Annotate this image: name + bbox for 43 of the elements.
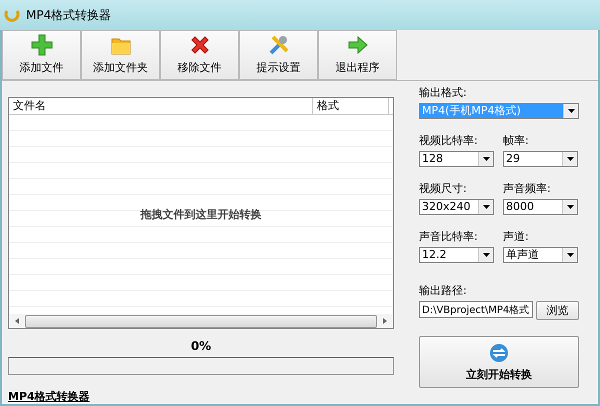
field-label: 帧率: <box>503 133 530 148</box>
field-label: 声道: <box>503 229 530 244</box>
app-logo-icon <box>4 7 20 23</box>
scroll-right-icon[interactable] <box>383 318 387 324</box>
field-label: 视频比特率: <box>419 133 479 148</box>
field-label: 声音频率: <box>503 181 552 196</box>
browse-button[interactable]: 浏览 <box>536 301 579 320</box>
caret-icon <box>566 253 574 257</box>
toolbar-button[interactable]: 移除文件 <box>160 30 239 80</box>
column-header[interactable]: 格式 <box>313 98 389 114</box>
scroll-left-icon[interactable] <box>15 318 19 324</box>
progress-reading: 0% <box>190 339 212 353</box>
toolbar-button[interactable]: 添加文件 <box>2 30 81 80</box>
app-link[interactable]: MP4格式转换器 <box>8 389 90 404</box>
file-list[interactable]: 文件名 格式 拖拽文件到这里开始转换 <box>8 97 394 329</box>
field-label: 声音比特率: <box>419 229 479 244</box>
caret-icon <box>482 157 490 161</box>
start-button[interactable]: 立刻开始转换 <box>419 336 579 388</box>
caret-icon <box>566 157 574 161</box>
field-label: 输出路径: <box>419 283 468 298</box>
toolbar-button[interactable]: 退出程序 <box>318 30 397 80</box>
toolbar-button[interactable]: 提示设置 <box>239 30 318 80</box>
refresh-icon <box>488 342 510 364</box>
path-field[interactable]: D:\VBproject\MP4格式 <box>419 301 533 318</box>
dropdown[interactable]: 320x240 <box>419 199 494 215</box>
arrow-icon <box>346 33 370 57</box>
horizontal-scrollbar[interactable] <box>9 314 393 328</box>
field-label: 视频尺寸: <box>419 181 468 196</box>
caret-icon <box>566 205 574 209</box>
window-title: MP4格式转换器 <box>26 6 112 24</box>
caret-icon <box>568 109 574 113</box>
caret-icon <box>482 205 490 209</box>
caret-icon <box>482 253 490 257</box>
plus-icon <box>30 33 54 57</box>
drop-hint: 拖拽文件到这里开始转换 <box>140 207 262 222</box>
dropdown[interactable]: 128 <box>419 151 494 167</box>
dropdown[interactable]: 29 <box>503 151 578 167</box>
dropdown[interactable]: 12.2 <box>419 247 494 263</box>
column-header[interactable]: 文件名 <box>9 98 313 114</box>
toolbar-button[interactable]: 添加文件夹 <box>81 30 160 80</box>
field-label: 输出格式: <box>419 85 468 100</box>
dropdown[interactable]: 8000 <box>503 199 578 215</box>
dropdown[interactable]: 单声道 <box>503 247 578 263</box>
